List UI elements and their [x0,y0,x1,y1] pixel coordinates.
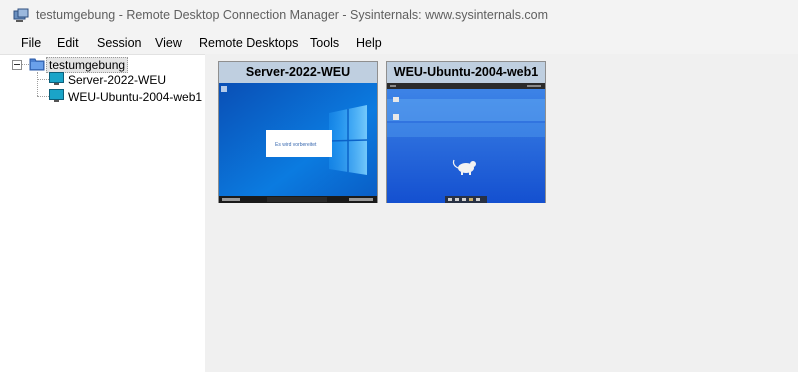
thumbnail-server-2022-weu[interactable]: Server-2022-WEU Es wird vorbereitet [218,61,378,203]
monitor-icon [49,89,64,106]
tree-item-server-2022-weu[interactable]: Server-2022-WEU [66,73,168,87]
tree-item-weu-ubuntu-2004-web1[interactable]: WEU-Ubuntu-2004-web1 [66,90,204,104]
menu-bar: File Edit Session View Remote Desktops T… [0,31,798,54]
menu-help[interactable]: Help [356,36,382,50]
thumbnail-title: WEU-Ubuntu-2004-web1 [387,62,545,84]
tree-connector [37,96,49,97]
menu-file[interactable]: File [21,36,41,50]
menu-view[interactable]: View [155,36,182,50]
thumbnail-title: Server-2022-WEU [219,62,377,84]
server-tree[interactable]: testumgebung Server-2022-WEU WEU-Ubuntu-… [0,54,205,372]
app-icon [12,8,30,24]
tree-root-label[interactable]: testumgebung [46,57,129,73]
menu-session[interactable]: Session [97,36,141,50]
tree-connector [37,72,38,96]
menu-tools[interactable]: Tools [310,36,339,50]
collapse-toggle[interactable] [12,60,22,70]
menu-remote-desktops[interactable]: Remote Desktops [199,36,298,50]
menu-edit[interactable]: Edit [57,36,79,50]
tree-connector [37,79,49,80]
dialog-text: Es wird vorbereitet [275,142,317,148]
window-title: testumgebung - Remote Desktop Connection… [36,8,549,22]
title-bar: testumgebung - Remote Desktop Connection… [0,0,798,31]
thumbnail-weu-ubuntu-2004-web1[interactable]: WEU-Ubuntu-2004-web1 [386,61,546,203]
monitor-icon [49,72,64,89]
remote-screen-ubuntu[interactable] [387,83,545,203]
tree-connector [22,64,29,65]
remote-screen-windows[interactable]: Es wird vorbereitet [219,83,377,203]
